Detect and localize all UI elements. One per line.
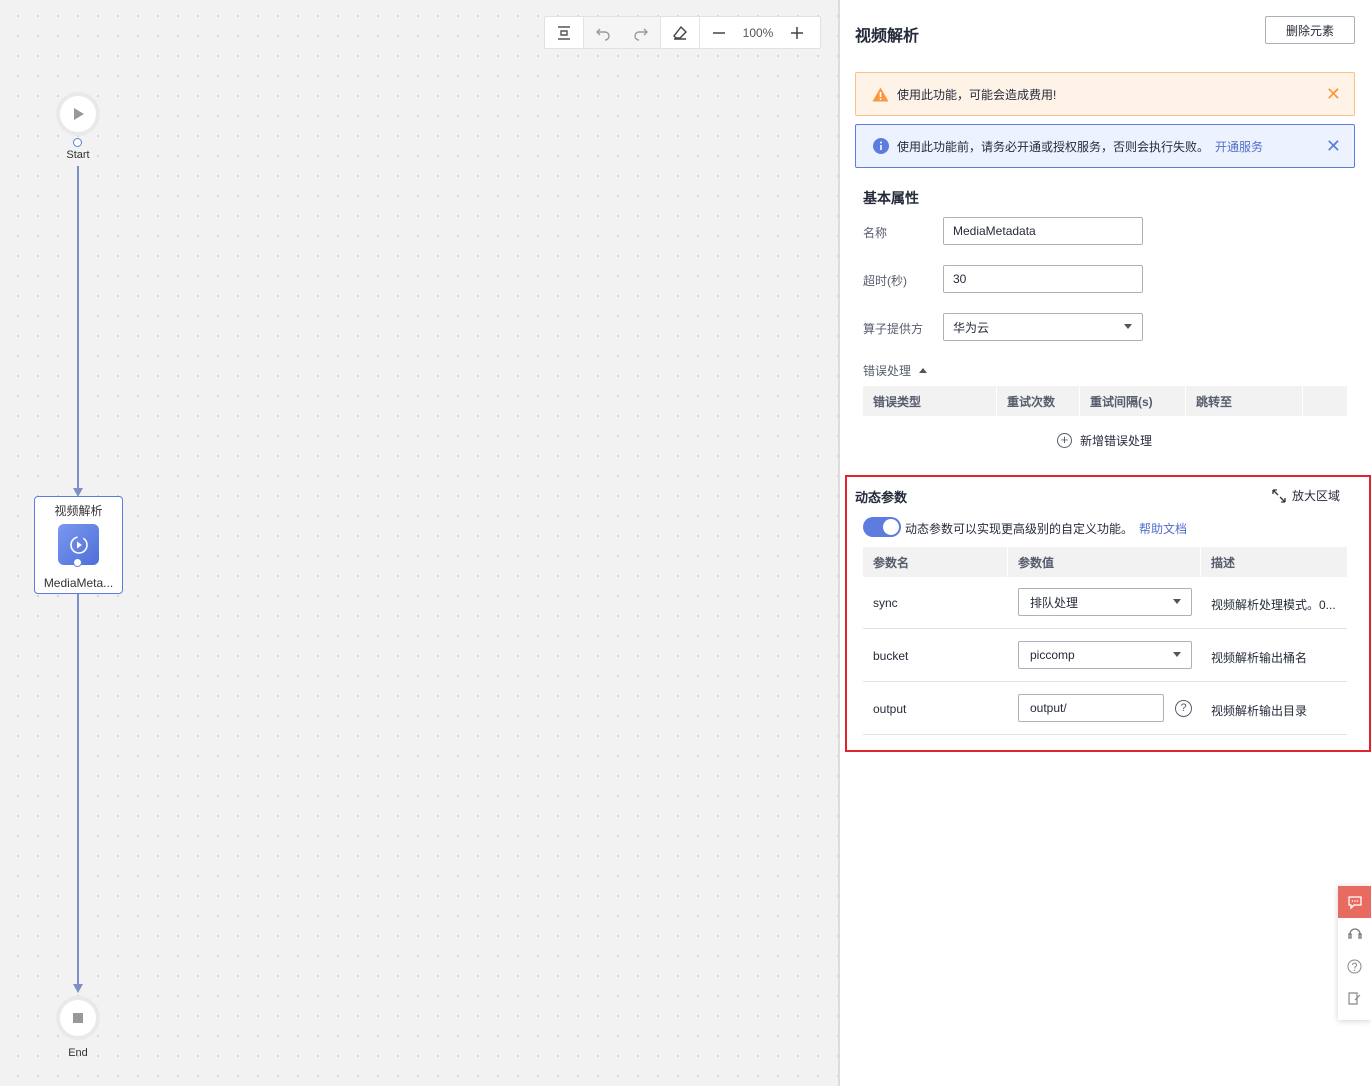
fit-icon [558, 25, 570, 40]
provider-select[interactable]: 华为云 [943, 313, 1143, 341]
edge-task-end [77, 594, 79, 984]
canvas-toolbar: 100% [544, 16, 821, 49]
param-value-input[interactable]: output/ [1018, 694, 1164, 722]
headset-icon [1347, 928, 1362, 939]
expand-area-button[interactable]: 放大区域 [1272, 487, 1340, 504]
param-value-select[interactable]: piccomp [1018, 641, 1192, 669]
end-node[interactable] [60, 1000, 96, 1036]
floating-tools [1338, 886, 1371, 1020]
param-value-select[interactable]: 排队处理 [1018, 588, 1192, 616]
help-icon[interactable]: ? [1175, 700, 1192, 717]
close-icon[interactable]: ✕ [1326, 85, 1341, 103]
task-node-title: 视频解析 [54, 504, 103, 518]
feedback-button[interactable] [1338, 886, 1371, 918]
param-value: piccomp [1030, 648, 1075, 662]
info-icon [872, 138, 889, 155]
dynamic-params-hint-text: 动态参数可以实现更高级别的自定义功能。 [905, 522, 1134, 536]
name-label: 名称 [863, 226, 888, 240]
chevron-down-icon [1173, 599, 1181, 604]
task-port[interactable] [73, 558, 82, 567]
undo-icon [596, 28, 610, 41]
undo-button[interactable] [584, 17, 622, 48]
chat-icon [1347, 896, 1362, 910]
error-handling-toggle[interactable]: 错误处理 [863, 362, 928, 379]
stop-icon [73, 1013, 83, 1023]
start-port[interactable] [73, 138, 82, 147]
info-text: 使用此功能前，请务必开通或授权服务，否则会执行失败。 [897, 139, 1210, 154]
timeout-label: 超时(秒) [863, 274, 907, 288]
zoom-out-button[interactable] [700, 17, 738, 48]
column-header: 跳转至 [1186, 386, 1303, 416]
warning-text: 使用此功能，可能会造成费用! [897, 87, 1057, 102]
param-desc: 视频解析输出目录 [1211, 704, 1308, 718]
provider-value: 华为云 [953, 320, 990, 335]
chevron-up-icon [919, 368, 928, 373]
column-header: 参数名 [863, 547, 1008, 577]
param-name: output [873, 702, 907, 716]
expand-area-label: 放大区域 [1292, 489, 1341, 503]
redo-button[interactable] [622, 17, 660, 48]
start-node[interactable] [60, 96, 96, 132]
warning-icon [872, 86, 889, 103]
column-header: 重试间隔(s) [1080, 386, 1186, 416]
param-desc: 视频解析处理模式。0... [1211, 598, 1336, 612]
close-icon[interactable]: ✕ [1326, 137, 1341, 155]
error-handling-label: 错误处理 [863, 364, 912, 378]
dynamic-params-switch[interactable] [863, 517, 901, 537]
fit-view-button[interactable] [545, 17, 583, 48]
provider-label: 算子提供方 [863, 322, 924, 336]
dynamic-params-title: 动态参数 [855, 490, 908, 505]
warning-alert: 使用此功能，可能会造成费用! ✕ [855, 72, 1355, 116]
panel-title: 视频解析 [855, 28, 920, 45]
support-button[interactable] [1338, 918, 1371, 950]
help-icon [1347, 959, 1362, 973]
params-table-header: 参数名 参数值 描述 [863, 547, 1347, 577]
param-desc: 视频解析输出桶名 [1211, 651, 1308, 665]
zoom-level: 100% [742, 25, 774, 40]
redo-icon [634, 28, 648, 41]
column-header: 描述 [1211, 555, 1236, 570]
zoom-in-button[interactable] [778, 17, 816, 48]
table-row: sync 排队处理 视频解析处理模式。0... [863, 576, 1347, 629]
basic-properties-title: 基本属性 [863, 190, 919, 206]
properties-panel: 视频解析 删除元素 使用此功能，可能会造成费用! ✕ 使用此功能前，请务必开通或… [840, 0, 1371, 1086]
edge-start-task [77, 166, 79, 488]
chevron-down-icon [1124, 324, 1132, 329]
eraser-icon [673, 25, 687, 40]
help-button[interactable] [1338, 950, 1371, 982]
error-table-header: 错误类型 重试次数 重试间隔(s) 跳转至 [863, 386, 1347, 416]
zoom-in-icon [791, 26, 803, 39]
zoom-out-icon [713, 31, 725, 34]
expand-icon [1272, 488, 1286, 503]
timeout-input[interactable]: 30 [943, 265, 1143, 293]
notes-button[interactable] [1338, 982, 1371, 1014]
clear-button[interactable] [661, 17, 699, 48]
start-label: Start [66, 149, 90, 161]
info-alert: 使用此功能前，请务必开通或授权服务，否则会执行失败。 开通服务 ✕ [855, 124, 1355, 168]
column-header: 参数值 [1008, 547, 1201, 577]
help-doc-link[interactable]: 帮助文档 [1139, 522, 1187, 536]
flow-canvas[interactable]: 100% Start 视频解析 MediaMeta... End [0, 0, 838, 1086]
param-name: bucket [873, 649, 909, 663]
edge-arrow [73, 984, 83, 993]
add-error-handling-button[interactable]: + 新增错误处理 [1057, 432, 1152, 449]
add-error-handling-label: 新增错误处理 [1080, 434, 1153, 448]
add-circle-icon: + [1057, 433, 1072, 448]
delete-element-button[interactable]: 删除元素 [1265, 16, 1355, 44]
table-row: output output/ ? 视频解析输出目录 [863, 682, 1347, 735]
task-node-name: MediaMeta... [43, 576, 114, 590]
chevron-down-icon [1173, 652, 1181, 657]
end-label: End [68, 1047, 88, 1059]
task-node-video-parse[interactable]: 视频解析 MediaMeta... [34, 496, 123, 594]
table-row: bucket piccomp 视频解析输出桶名 [863, 629, 1347, 682]
play-icon [74, 108, 84, 120]
param-value: 排队处理 [1030, 595, 1079, 610]
activate-service-link[interactable]: 开通服务 [1215, 138, 1263, 155]
column-header: 错误类型 [863, 386, 997, 416]
edit-note-icon [1348, 991, 1361, 1005]
dynamic-params-hint: 动态参数可以实现更高级别的自定义功能。 帮助文档 [905, 520, 1187, 537]
column-header: 重试次数 [997, 386, 1080, 416]
param-name: sync [873, 596, 898, 610]
name-input[interactable]: MediaMetadata [943, 217, 1143, 245]
